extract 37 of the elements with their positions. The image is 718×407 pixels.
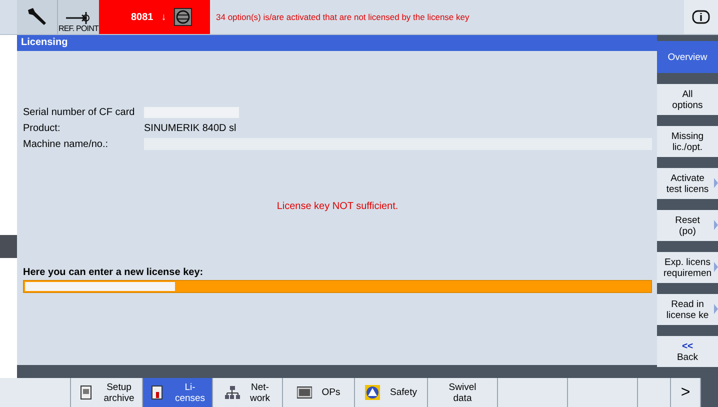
softkey[interactable]: Exp. licens requiremen [657, 252, 718, 283]
alarm-status-icon [174, 8, 192, 26]
status-message: License key NOT sufficient. [276, 200, 398, 214]
field-value: SINUMERIK 840D sl [144, 122, 236, 136]
softkey[interactable]: << Back [657, 336, 718, 367]
softkey[interactable]: Net- work [213, 378, 283, 407]
softkey[interactable]: Setup archive [71, 378, 143, 407]
field-label: Serial number of CF card [23, 106, 136, 120]
softkey[interactable]: All options [657, 84, 718, 115]
softkey[interactable]: > [671, 378, 701, 407]
monitor-icon [296, 385, 312, 400]
info-button[interactable] [684, 0, 718, 34]
softkey[interactable]: Read in license ke [657, 294, 718, 325]
softkey[interactable]: Safety [355, 378, 428, 407]
softkey[interactable] [638, 378, 671, 407]
document-icon [78, 385, 94, 400]
softkey[interactable]: Overview [657, 41, 718, 73]
softkey[interactable]: Activate test licens [657, 168, 718, 199]
softkey[interactable]: Swivel data [428, 378, 498, 407]
warning-icon [365, 385, 380, 400]
softkey[interactable]: Missing lic./opt. [657, 126, 718, 157]
key-prompt: Here you can enter a new license key: [23, 266, 204, 280]
network-icon [224, 385, 240, 400]
ref-point-indicator: REF. POINT [57, 0, 99, 34]
alarm-number: 8081 [131, 10, 154, 24]
info-icon [692, 10, 710, 24]
field-label: Machine name/no.: [23, 138, 110, 152]
document-icon [150, 385, 165, 400]
softkey[interactable]: Reset (po) [657, 210, 718, 241]
softkey[interactable]: Li- censes [143, 378, 213, 407]
alarm-message: 34 option(s) is/are activated that are not licensed by the license key [216, 10, 470, 24]
wrench-icon[interactable] [17, 0, 57, 34]
softkey[interactable]: OPs [283, 378, 355, 407]
alarm-arrow: ↓ [161, 10, 166, 24]
license-key-field[interactable] [23, 280, 652, 293]
panel-title: Licensing [17, 35, 657, 51]
field-label: Product: [23, 122, 62, 136]
